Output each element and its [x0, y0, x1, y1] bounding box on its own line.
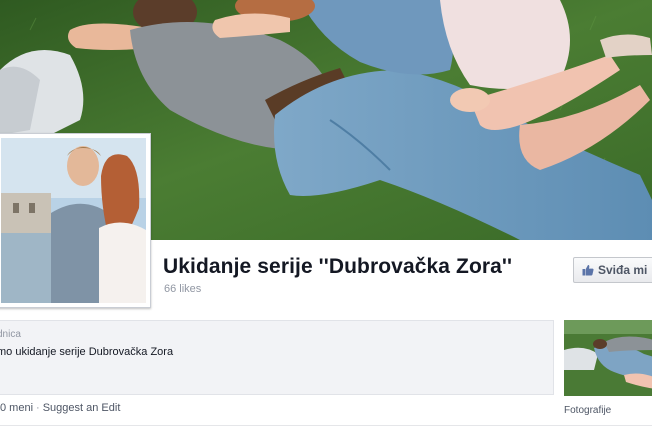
about-heading[interactable]: dnica — [0, 329, 21, 340]
thumbs-up-icon — [582, 264, 594, 276]
suggest-edit-link[interactable]: Suggest an Edit — [43, 402, 121, 414]
page-title: Ukidanje serije ''Dubrovačka Zora'' — [163, 255, 513, 278]
photos-thumbnail-image — [564, 320, 652, 396]
like-button[interactable]: Sviđa mi — [573, 257, 652, 283]
about-box: dnica mo ukidanje serije Dubrovačka Zora — [0, 320, 554, 395]
like-button-label: Sviđa mi — [598, 263, 648, 277]
likes-count[interactable]: 66 likes — [164, 283, 201, 295]
photos-label[interactable]: Fotografije — [564, 405, 611, 416]
page-meta-line: 0 meni · Suggest an Edit — [0, 402, 120, 414]
divider — [0, 425, 652, 426]
photos-thumbnail[interactable] — [564, 320, 652, 396]
meta-separator: · — [36, 402, 40, 414]
profile-picture-image — [1, 138, 146, 303]
profile-picture[interactable] — [0, 133, 151, 308]
about-description: mo ukidanje serije Dubrovačka Zora — [0, 346, 174, 358]
meta-prefix[interactable]: 0 meni — [0, 402, 33, 414]
